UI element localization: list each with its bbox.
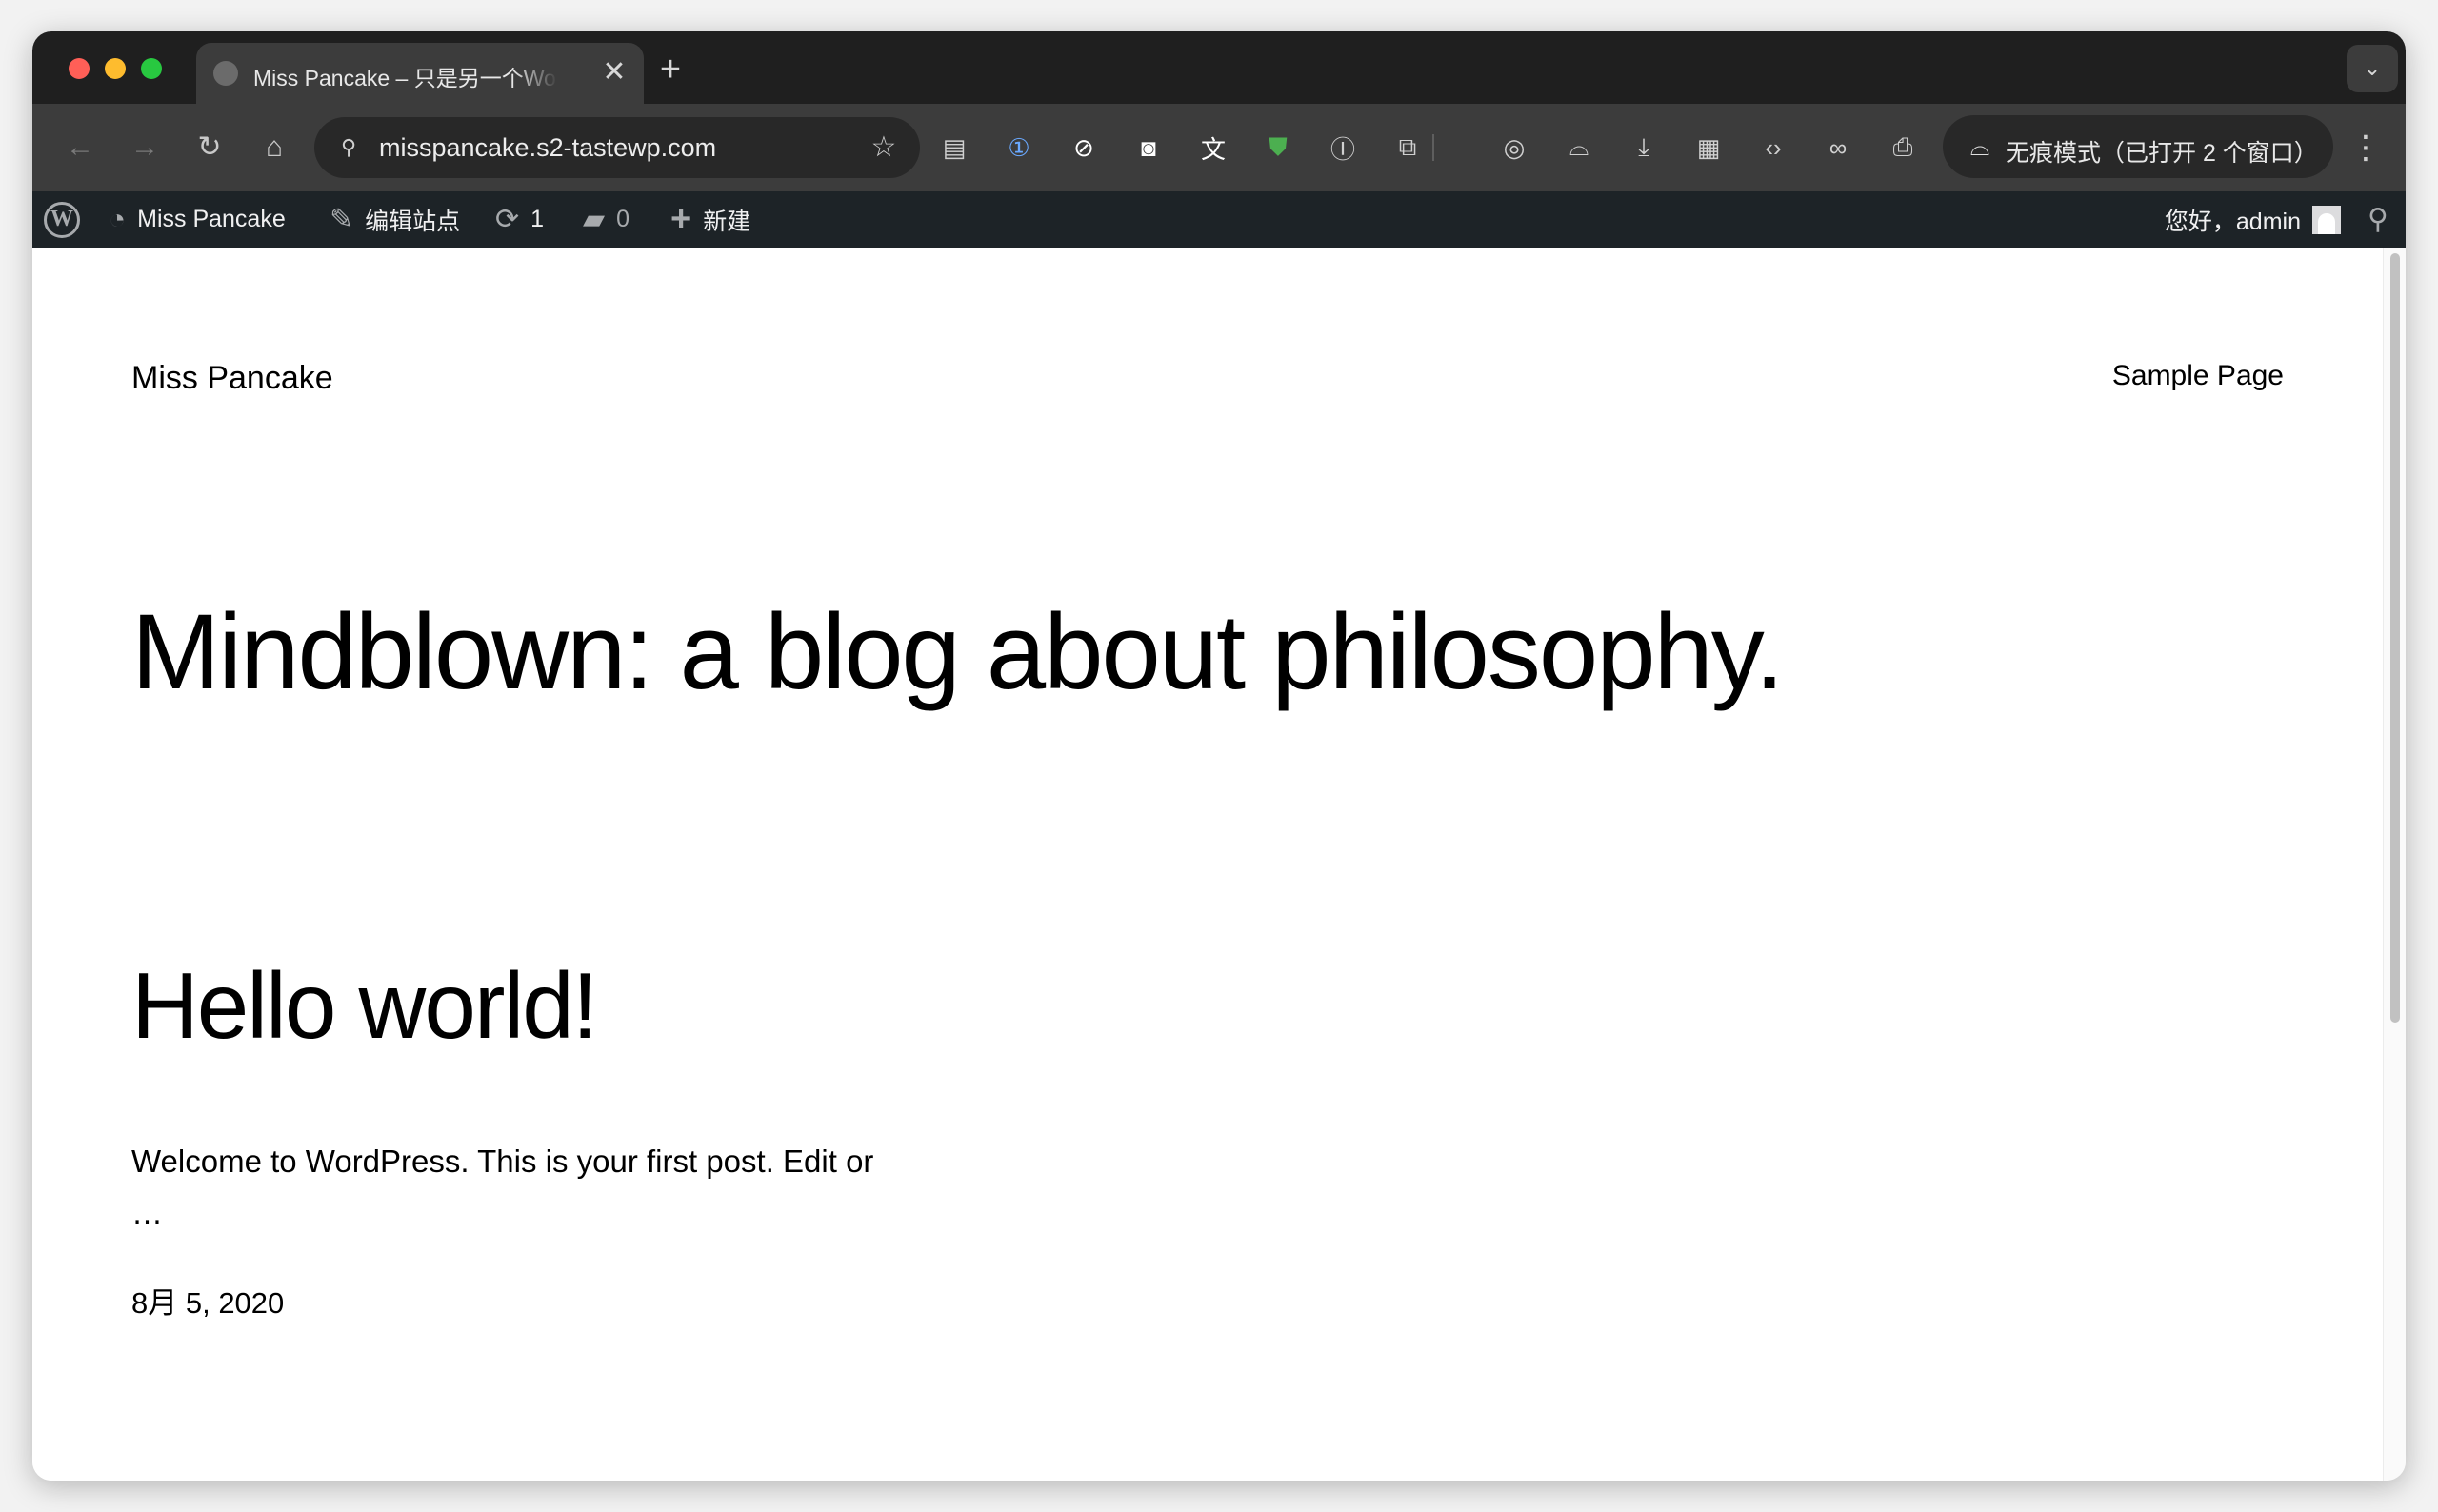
new-content-label: 新建 <box>703 208 751 235</box>
search-icon: ⚲ <box>2368 204 2388 235</box>
new-tab-button[interactable]: + <box>651 50 689 89</box>
edit-site-label: 编辑站点 <box>365 208 461 235</box>
close-tab-icon[interactable]: ✕ <box>598 56 630 89</box>
comments-count: 0 <box>616 206 629 232</box>
site-name-label: Miss Pancake <box>137 206 286 232</box>
bookmark-star-icon[interactable]: ☆ <box>863 127 905 169</box>
incognito-icon: ⌓ <box>1969 132 1990 161</box>
post-excerpt: Welcome to WordPress. This is your first… <box>131 1144 874 1230</box>
edit-hammer-icon: ✎ <box>330 204 354 235</box>
link-icon[interactable]: ∞ <box>1817 127 1859 169</box>
scrollbar-thumb[interactable] <box>2390 253 2400 1023</box>
admin-bar-site-name[interactable]: ◔ Miss Pancake <box>109 191 286 248</box>
code-icon[interactable]: ‹› <box>1752 127 1794 169</box>
wp-logo-menu[interactable]: W <box>44 191 80 248</box>
tab-miss-pancake[interactable]: Miss Pancake – 只是另一个WordPress站点 ✕ <box>196 43 644 104</box>
ublock-icon[interactable]: ⊘ <box>1063 127 1105 169</box>
admin-bar-search[interactable]: ⚲ <box>2368 191 2388 248</box>
avatar <box>2312 205 2341 234</box>
tab-search-button[interactable]: ⌄ <box>2347 45 2398 92</box>
comment-bubble-icon: ▰ <box>583 204 606 235</box>
address-bar[interactable]: ⚲ misspancake.s2-tastewp.com ☆ <box>314 117 920 178</box>
plus-icon: + <box>670 199 692 239</box>
onepassword-icon[interactable]: ① <box>998 127 1040 169</box>
page-headline: Mindblown: a blog about philosophy. <box>131 592 1785 711</box>
admin-bar-new[interactable]: + 新建 <box>670 191 750 248</box>
wordpress-logo-icon: W <box>44 201 80 238</box>
screenshot-icon[interactable]: ◎ <box>1493 127 1535 169</box>
admin-bar-updates[interactable]: ⟳ 1 <box>495 191 544 248</box>
site-title[interactable]: Miss Pancake <box>131 360 333 397</box>
extensions-puzzle-icon[interactable]: ⧉ <box>1387 127 1429 169</box>
print-icon[interactable]: ⎙ <box>1882 127 1924 169</box>
site-info-icon[interactable]: ⚲ <box>330 129 368 167</box>
back-button[interactable]: ← <box>57 125 103 170</box>
page-viewport: Miss Pancake Sample Page Mindblown: a bl… <box>32 248 2383 1481</box>
dashboard-icon: ◔ <box>109 203 127 235</box>
tab-title: Miss Pancake – 只是另一个WordPress站点 <box>253 66 558 90</box>
globe-icon <box>213 61 238 86</box>
download-icon[interactable]: ⤓ <box>1623 127 1665 169</box>
admin-bar-my-account[interactable]: 您好，admin <box>2165 191 2341 248</box>
incognito-ext-icon[interactable]: ⌓ <box>1558 127 1600 169</box>
updates-count: 1 <box>530 206 545 232</box>
tab-strip: Miss Pancake – 只是另一个WordPress站点 ✕ + ⌄ <box>32 31 2406 104</box>
admin-bar-comments[interactable]: ▰ 0 <box>583 191 629 248</box>
translate-icon[interactable]: 文 <box>1192 127 1234 169</box>
incognito-label: 无痕模式（已打开 2 个窗口） <box>2006 140 2318 167</box>
post-date[interactable]: 8月 5, 2020 <box>131 1279 284 1322</box>
forward-button[interactable]: → <box>122 125 168 170</box>
qr-code-icon[interactable]: ▦ <box>1688 127 1729 169</box>
ghostery-icon[interactable]: ◙ <box>1128 127 1169 169</box>
url-text[interactable]: misspancake.s2-tastewp.com <box>379 133 716 163</box>
close-window-button[interactable] <box>69 58 90 79</box>
nav-link-sample-page[interactable]: Sample Page <box>2112 360 2284 392</box>
browser-toolbar: ← → ↻ ⌂ ⚲ misspancake.s2-tastewp.com ☆ ▤… <box>32 104 2406 191</box>
minimize-window-button[interactable] <box>105 58 126 79</box>
page-scrollbar[interactable] <box>2383 248 2406 1481</box>
reload-button[interactable]: ↻ <box>187 125 232 170</box>
post-title[interactable]: Hello world! <box>131 952 598 1060</box>
ip-icon[interactable]: Ⓘ <box>1322 127 1364 169</box>
shield-icon[interactable]: ⛊ <box>1257 127 1299 169</box>
wp-admin-bar: W ◔ Miss Pancake ✎ 编辑站点 ⟳ 1 ▰ 0 + 新建 您好，… <box>32 191 2406 248</box>
incognito-indicator[interactable]: ⌓ 无痕模式（已打开 2 个窗口） <box>1943 115 2333 178</box>
browser-window: Miss Pancake – 只是另一个WordPress站点 ✕ + ⌄ ← … <box>32 31 2406 1481</box>
home-button[interactable]: ⌂ <box>251 125 297 170</box>
toolbar-divider <box>1432 134 1434 161</box>
reader-mode-icon[interactable]: ▤ <box>933 127 975 169</box>
greeting-label: 您好，admin <box>2164 208 2301 235</box>
admin-bar-edit-site[interactable]: ✎ 编辑站点 <box>330 191 460 248</box>
updates-icon: ⟳ <box>495 204 520 235</box>
browser-menu-button[interactable]: ⋮ <box>2345 127 2387 169</box>
zoom-window-button[interactable] <box>141 58 162 79</box>
